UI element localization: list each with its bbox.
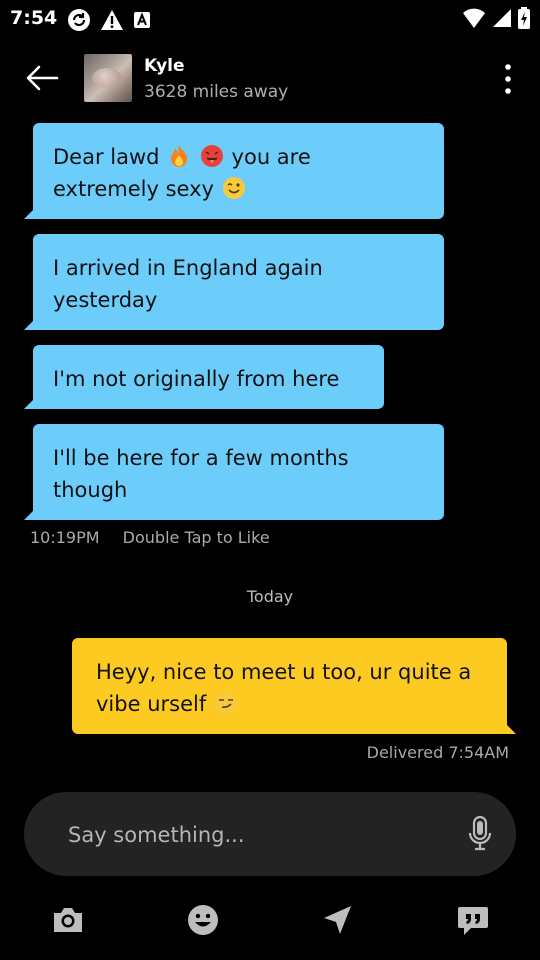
battery-charging-icon [518,7,530,29]
send-location-icon[interactable] [320,902,356,938]
camera-icon[interactable] [50,902,86,938]
phrases-icon[interactable] [455,902,491,938]
message-bubble-incoming[interactable]: I'll be here for a few months though [24,424,444,520]
smirking-face-emoji-icon [214,692,237,714]
contact-distance: 3628 miles away [144,82,289,102]
status-time: 7:54 [10,7,58,29]
emoji-icon[interactable] [185,902,221,938]
delivery-status: Delivered 7:54AM [366,743,509,762]
message-meta: 10:19PM Double Tap to Like [30,528,288,547]
more-options-icon[interactable] [498,62,518,96]
message-input[interactable] [66,814,450,856]
translate-icon [134,12,150,28]
message-text: I'll be here for a few months though [53,446,349,502]
message-bubble-incoming[interactable]: Dear lawd you are extremely sexy [24,123,444,219]
chat-header: Kyle 3628 miles away [0,38,540,118]
bottom-toolbar [0,890,540,950]
double-tap-hint: Double Tap to Like [122,528,270,547]
winking-face-emoji-icon [222,177,245,199]
message-text: I arrived in England again yesterday [53,256,323,312]
message-bubble-incoming[interactable]: I'm not originally from here [24,345,384,409]
back-arrow-icon[interactable] [24,62,60,94]
microphone-icon[interactable] [468,816,492,852]
wifi-icon [463,8,485,28]
drooling-face-emoji-icon [200,145,223,167]
status-bar: 7:54 [0,0,540,38]
message-bubble-outgoing[interactable]: Heyy, nice to meet u too, ur quite a vib… [72,638,516,734]
message-bubble-incoming[interactable]: I arrived in England again yesterday [24,234,444,330]
avatar[interactable] [84,54,132,102]
fire-emoji-icon [171,145,188,167]
sync-icon [68,9,90,31]
message-composer [24,792,516,876]
contact-name[interactable]: Kyle [144,56,185,76]
message-text: I'm not originally from here [53,367,340,391]
day-separator: Today [246,587,294,606]
message-text: Dear lawd [53,145,160,169]
message-timestamp: 10:19PM [30,528,100,547]
message-text: Heyy, nice to meet u too, ur quite a vib… [96,660,472,716]
cell-signal-icon [493,9,511,27]
warning-icon [101,10,123,30]
